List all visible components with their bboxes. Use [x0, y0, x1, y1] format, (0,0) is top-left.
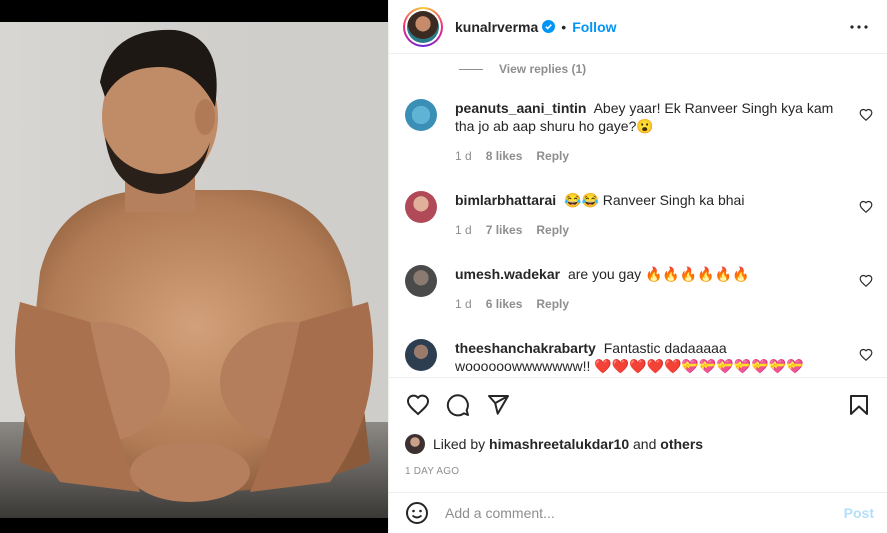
heart-icon[interactable] — [859, 200, 873, 214]
comment-age: 1 d — [455, 297, 472, 311]
separator-dot: • — [561, 18, 567, 35]
comment-item: umesh.wadekar are you gay 🔥🔥🔥🔥🔥🔥 1 d 6 l… — [405, 265, 873, 311]
add-comment-bar: Post — [389, 492, 887, 533]
post-timestamp[interactable]: 1 DAY AGO — [405, 466, 459, 477]
comment-likes-count[interactable]: 7 likes — [486, 223, 523, 237]
comment-content: 😂😂 Ranveer Singh ka bhai — [564, 192, 745, 208]
comment-meta: 1 d 8 likes Reply — [455, 149, 835, 163]
heart-icon[interactable] — [859, 274, 873, 288]
comment-item: bimlarbhattarai 😂😂 Ranveer Singh ka bhai… — [405, 191, 873, 237]
reply-button[interactable]: Reply — [536, 297, 569, 311]
post-comment-button[interactable]: Post — [844, 505, 874, 521]
comment-body: bimlarbhattarai 😂😂 Ranveer Singh ka bhai… — [455, 191, 835, 237]
heart-icon[interactable] — [859, 108, 873, 122]
avatar-image — [407, 10, 439, 43]
commenter-username[interactable]: peanuts_aani_tintin — [455, 100, 586, 116]
post-media — [0, 0, 388, 533]
comment-body: peanuts_aani_tintin Abey yaar! Ek Ranvee… — [455, 99, 835, 163]
replies-divider-line — [459, 68, 483, 70]
comment-body: theeshanchakrabarty Fantastic dadaaaaa w… — [455, 339, 835, 375]
more-horizontal-icon[interactable] — [847, 15, 871, 39]
comment-text: theeshanchakrabarty Fantastic dadaaaaa w… — [455, 339, 835, 375]
comment-body: umesh.wadekar are you gay 🔥🔥🔥🔥🔥🔥 1 d 6 l… — [455, 265, 835, 311]
commenter-username[interactable]: theeshanchakrabarty — [455, 340, 596, 356]
comment-meta: 1 d 6 likes Reply — [455, 297, 835, 311]
view-replies-label: View replies (1) — [499, 62, 587, 76]
reply-button[interactable]: Reply — [536, 149, 569, 163]
likes-others-link[interactable]: others — [660, 436, 703, 452]
instagram-post: kunalrverma • Follow View replies (1) pe… — [0, 0, 887, 533]
comment-likes-count[interactable]: 6 likes — [486, 297, 523, 311]
add-comment-input[interactable] — [445, 505, 815, 521]
likes-summary: Liked by himashreetalukdar10 and others — [405, 434, 703, 454]
post-photo[interactable] — [0, 22, 388, 518]
commenter-username[interactable]: umesh.wadekar — [455, 266, 560, 282]
comment-age: 1 d — [455, 149, 472, 163]
comment-text: umesh.wadekar are you gay 🔥🔥🔥🔥🔥🔥 — [455, 265, 835, 283]
commenter-avatar[interactable] — [405, 339, 437, 371]
comment-content: are you gay 🔥🔥🔥🔥🔥🔥 — [567, 266, 750, 282]
liker-avatar[interactable] — [405, 434, 425, 454]
commenter-avatar[interactable] — [405, 191, 437, 223]
comment-icon[interactable] — [445, 392, 471, 418]
photo-illustration — [0, 29, 388, 518]
heart-icon[interactable] — [405, 392, 431, 418]
comment-item: theeshanchakrabarty Fantastic dadaaaaa w… — [405, 339, 873, 375]
author-username[interactable]: kunalrverma — [455, 19, 538, 35]
author-avatar[interactable] — [403, 6, 443, 47]
verified-badge-icon — [542, 20, 556, 33]
commenter-avatar[interactable] — [405, 99, 437, 131]
reply-button[interactable]: Reply — [536, 223, 569, 237]
liked-by-label: Liked by — [433, 436, 486, 452]
post-side-panel: kunalrverma • Follow View replies (1) pe… — [388, 0, 887, 533]
liker-username[interactable]: himashreetalukdar10 — [489, 436, 629, 452]
post-actions-bar — [389, 377, 887, 433]
comment-text: peanuts_aani_tintin Abey yaar! Ek Ranvee… — [455, 99, 835, 135]
post-header: kunalrverma • Follow — [389, 0, 887, 54]
heart-icon[interactable] — [859, 348, 873, 362]
bookmark-icon[interactable] — [846, 392, 872, 418]
comment-age: 1 d — [455, 223, 472, 237]
likes-and-label: and — [633, 436, 657, 452]
comment-likes-count[interactable]: 8 likes — [486, 149, 523, 163]
commenter-username[interactable]: bimlarbhattarai — [455, 192, 556, 208]
follow-button[interactable]: Follow — [572, 19, 616, 35]
view-replies-button[interactable]: View replies (1) — [389, 55, 887, 83]
commenter-avatar[interactable] — [405, 265, 437, 297]
avatar-inner — [405, 8, 441, 45]
comment-item: peanuts_aani_tintin Abey yaar! Ek Ranvee… — [405, 99, 873, 163]
comment-text: bimlarbhattarai 😂😂 Ranveer Singh ka bhai — [455, 191, 835, 209]
comment-meta: 1 d 7 likes Reply — [455, 223, 835, 237]
smiley-icon[interactable] — [405, 501, 429, 525]
comments-list[interactable]: View replies (1) peanuts_aani_tintin Abe… — [389, 55, 887, 377]
paper-plane-icon[interactable] — [485, 392, 511, 418]
